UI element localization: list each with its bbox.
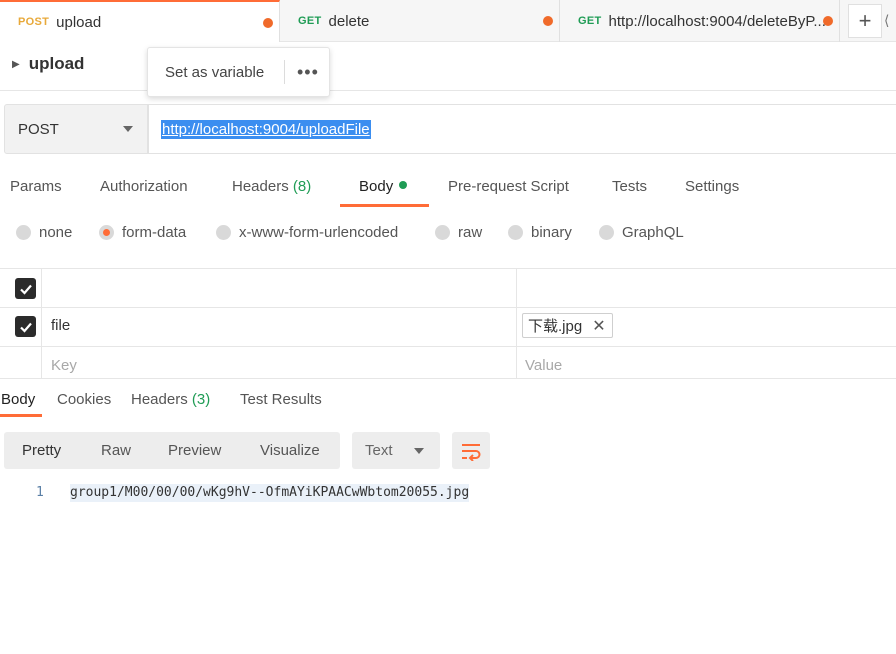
tab-pre-request-script[interactable]: Pre-request Script bbox=[448, 178, 569, 195]
wrap-lines-icon bbox=[462, 443, 481, 461]
row-checkbox[interactable] bbox=[15, 278, 36, 299]
tab-headers-label: Headers bbox=[232, 178, 289, 195]
raw-button[interactable]: Raw bbox=[101, 442, 131, 459]
radio-graphql[interactable]: GraphQL bbox=[599, 224, 684, 241]
value-placeholder[interactable]: Value bbox=[525, 357, 562, 374]
radio-none[interactable]: none bbox=[16, 224, 72, 241]
pretty-button[interactable]: Pretty bbox=[22, 442, 61, 459]
check-icon bbox=[19, 322, 32, 333]
radio-label: binary bbox=[531, 224, 572, 241]
response-tab-test-results[interactable]: Test Results bbox=[240, 391, 322, 408]
radio-icon bbox=[216, 225, 231, 240]
tab-settings[interactable]: Settings bbox=[685, 178, 739, 195]
plus-icon: + bbox=[858, 8, 872, 33]
radio-icon bbox=[435, 225, 450, 240]
tab-name: upload bbox=[56, 13, 102, 31]
tab-name: delete bbox=[328, 12, 370, 30]
radio-label: form-data bbox=[122, 224, 187, 241]
radio-icon bbox=[599, 225, 614, 240]
key-cell[interactable]: file bbox=[51, 317, 70, 334]
unsaved-dot-icon bbox=[543, 16, 553, 26]
url-text: http://localhost:9004/uploadFile bbox=[161, 119, 371, 139]
view-mode-bar: Pretty Raw Preview Visualize bbox=[4, 432, 340, 469]
more-options-icon[interactable]: ••• bbox=[285, 62, 319, 83]
response-text[interactable]: group1/M00/00/00/wKg9hV--OfmAYiKPAACwWbt… bbox=[70, 484, 470, 502]
tab-method: POST bbox=[18, 16, 50, 28]
row-checkbox[interactable] bbox=[15, 316, 36, 337]
divider bbox=[0, 90, 896, 91]
radio-label: x-www-form-urlencoded bbox=[239, 224, 399, 241]
tab-body[interactable]: Body bbox=[359, 178, 408, 195]
response-tab-headers[interactable]: Headers (3) bbox=[131, 391, 210, 408]
line-number: 1 bbox=[36, 485, 44, 500]
table-row: file bbox=[0, 307, 896, 346]
method-select[interactable]: POST bbox=[4, 104, 148, 154]
radio-icon bbox=[16, 225, 31, 240]
status-dot-icon bbox=[399, 181, 408, 189]
request-title[interactable]: ▶ upload bbox=[12, 54, 84, 74]
set-as-variable-button[interactable]: Set as variable bbox=[148, 64, 284, 81]
tab-name: http://localhost:9004/deleteByP... bbox=[608, 12, 826, 30]
wrap-lines-button[interactable] bbox=[452, 432, 490, 469]
url-input[interactable]: http://localhost:9004/uploadFile bbox=[148, 104, 896, 154]
radio-urlencoded[interactable]: x-www-form-urlencoded bbox=[216, 224, 398, 241]
column-divider bbox=[516, 268, 517, 379]
chevron-down-icon bbox=[123, 126, 133, 132]
selection-popover: Set as variable ••• bbox=[147, 47, 330, 97]
radio-raw[interactable]: raw bbox=[435, 224, 482, 241]
preview-button[interactable]: Preview bbox=[168, 442, 221, 459]
more-tabs-icon[interactable]: ⟨ bbox=[884, 12, 889, 29]
tab-authorization[interactable]: Authorization bbox=[100, 178, 188, 195]
tab-delete-by-path[interactable]: GET http://localhost:9004/deleteByP... bbox=[560, 0, 840, 42]
file-chip[interactable]: 下载.jpg ✕ bbox=[522, 313, 613, 338]
tab-tests[interactable]: Tests bbox=[612, 178, 647, 195]
active-tab-indicator bbox=[340, 204, 429, 207]
method-value: POST bbox=[18, 120, 59, 138]
caret-right-icon[interactable]: ▶ bbox=[12, 59, 20, 70]
tab-headers[interactable]: Headers (8) bbox=[232, 178, 311, 195]
radio-selected-icon bbox=[99, 225, 114, 240]
request-tabs: Params Authorization Headers (8) Body Pr… bbox=[0, 168, 896, 208]
column-divider bbox=[41, 268, 42, 379]
response-headers-count: (3) bbox=[191, 391, 211, 408]
tab-body-label: Body bbox=[359, 178, 394, 195]
table-row-new: Key Value bbox=[0, 346, 896, 379]
radio-label: raw bbox=[458, 224, 483, 241]
radio-label: none bbox=[39, 224, 73, 241]
radio-form-data[interactable]: form-data bbox=[99, 224, 186, 241]
headers-count: (8) bbox=[292, 178, 312, 195]
format-select[interactable]: Text bbox=[352, 432, 440, 469]
unsaved-dot-icon bbox=[263, 18, 273, 28]
key-placeholder[interactable]: Key bbox=[51, 357, 77, 374]
unsaved-dot-icon bbox=[823, 16, 833, 26]
visualize-button[interactable]: Visualize bbox=[260, 442, 320, 459]
tab-bar: POST upload GET delete GET http://localh… bbox=[0, 0, 896, 42]
tab-params[interactable]: Params bbox=[10, 178, 62, 195]
tab-method: GET bbox=[578, 15, 602, 27]
file-name: 下载.jpg bbox=[528, 318, 583, 335]
response-tab-cookies[interactable]: Cookies bbox=[57, 391, 111, 408]
format-value: Text bbox=[365, 442, 393, 459]
close-icon[interactable]: ✕ bbox=[592, 316, 605, 336]
check-icon bbox=[19, 284, 32, 295]
table-row bbox=[0, 268, 896, 307]
radio-binary[interactable]: binary bbox=[508, 224, 572, 241]
active-tab-indicator bbox=[0, 414, 42, 417]
response-tab-headers-label: Headers bbox=[131, 391, 188, 408]
tab-method: GET bbox=[298, 15, 322, 27]
tab-delete[interactable]: GET delete bbox=[280, 0, 560, 42]
new-tab-button[interactable]: + bbox=[848, 4, 882, 38]
radio-label: GraphQL bbox=[622, 224, 684, 241]
request-name: upload bbox=[28, 54, 85, 73]
radio-icon bbox=[508, 225, 523, 240]
chevron-down-icon bbox=[414, 448, 424, 454]
form-data-table: file Key Value bbox=[0, 268, 896, 379]
tab-upload[interactable]: POST upload bbox=[0, 0, 280, 42]
response-tab-body[interactable]: Body bbox=[1, 391, 35, 408]
